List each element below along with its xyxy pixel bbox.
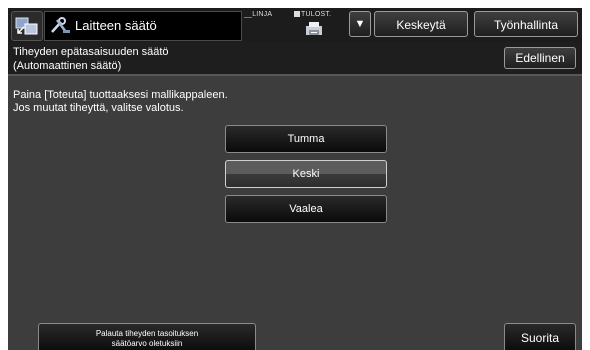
reset-to-default-button[interactable]: Palauta tiheyden tasoituksen säätöarvo o…	[38, 323, 256, 350]
option-dark-button[interactable]: Tumma	[225, 125, 387, 153]
tools-icon	[51, 17, 70, 33]
previous-button[interactable]: Edellinen	[504, 47, 576, 69]
screen-title-box: Laitteen säätö	[44, 11, 242, 41]
machine-adjustment-screen: Laitteen säätö __LINJA TULOST. ▼ Keskeyt…	[8, 8, 582, 350]
header-bar: Tiheyden epätasaisuuden säätö (Automaatt…	[8, 42, 582, 76]
execute-button[interactable]: Suorita	[504, 323, 576, 350]
function-subtitle: (Automaattinen säätö)	[13, 60, 122, 72]
status-linja: __LINJA	[244, 11, 273, 18]
reset-label-line-1: Palauta tiheyden tasoituksen	[95, 329, 199, 338]
function-title: Tiheyden epätasaisuuden säätö	[13, 46, 169, 58]
top-bar: Laitteen säätö __LINJA TULOST. ▼ Keskeyt…	[8, 8, 582, 42]
option-medium-button[interactable]: Keski	[225, 160, 387, 188]
home-button[interactable]	[11, 11, 43, 41]
option-light-button[interactable]: Vaalea	[225, 195, 387, 223]
instruction-line-2: Jos muutat tiheyttä, valitse valotus.	[13, 102, 184, 114]
triangle-down-icon: ▼	[354, 18, 366, 30]
reset-label-line-2: säätöarvo oletuksiin	[111, 339, 183, 348]
printer-icon	[306, 22, 322, 35]
home-icon	[15, 17, 38, 35]
instruction-line-1: Paina [Toteuta] tuottaaksesi mallikappal…	[13, 89, 228, 101]
pause-button[interactable]: Keskeytä	[374, 11, 468, 37]
menu-dropdown-button[interactable]: ▼	[349, 11, 371, 37]
screen-title: Laitteen säätö	[75, 18, 157, 33]
status-square-icon	[294, 11, 300, 18]
status-tulost: TULOST.	[294, 11, 331, 18]
job-status-button[interactable]: Työnhallinta	[474, 11, 578, 37]
